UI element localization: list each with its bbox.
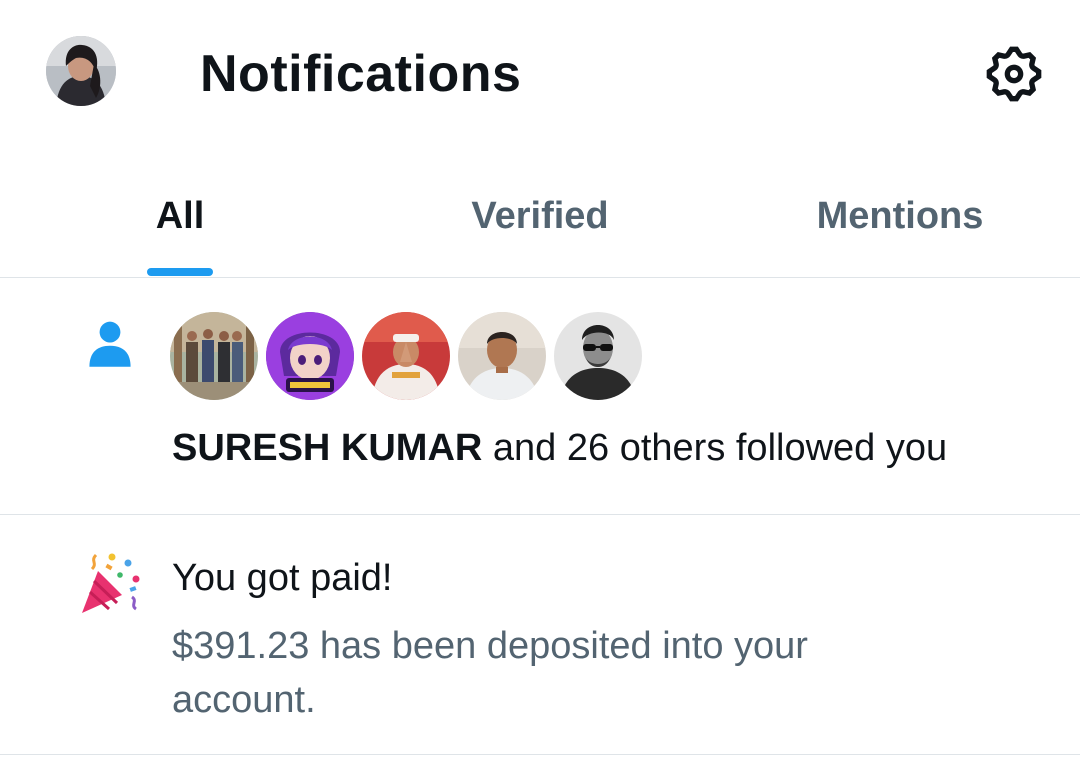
notification-tabs: All Verified Mentions bbox=[0, 180, 1080, 278]
follow-notification[interactable]: SURESH KUMAR and 26 others followed you bbox=[0, 278, 1080, 515]
payment-notification[interactable]: You got paid! $391.23 has been deposited… bbox=[0, 515, 1080, 755]
follow-message: and 26 others followed you bbox=[482, 427, 948, 469]
profile-photo-icon bbox=[46, 36, 116, 106]
game-character-icon bbox=[266, 312, 354, 400]
tab-mentions-label: Mentions bbox=[816, 195, 984, 237]
payment-title: You got paid! bbox=[172, 557, 393, 599]
tab-mentions[interactable]: Mentions bbox=[720, 180, 1080, 278]
page-title: Notifications bbox=[200, 45, 522, 103]
party-popper-icon bbox=[82, 553, 140, 613]
active-tab-indicator bbox=[147, 268, 213, 276]
follower-avatar[interactable] bbox=[458, 312, 546, 400]
man-portrait-icon bbox=[458, 312, 546, 400]
gear-icon bbox=[986, 46, 1042, 102]
person-icon bbox=[89, 321, 131, 367]
payment-message: $391.23 has been deposited into your acc… bbox=[172, 625, 808, 721]
notifications-screen: Notifications All Verified Mentions SURE… bbox=[0, 0, 1080, 767]
man-sunglasses-icon bbox=[554, 312, 642, 400]
follower-name[interactable]: SURESH KUMAR bbox=[172, 427, 482, 469]
follower-avatar[interactable] bbox=[362, 312, 450, 400]
tab-all-label: All bbox=[155, 195, 205, 237]
header: Notifications bbox=[0, 0, 1080, 150]
tab-verified-label: Verified bbox=[471, 195, 609, 237]
follower-avatar[interactable] bbox=[266, 312, 354, 400]
profile-avatar[interactable] bbox=[46, 36, 116, 106]
follower-avatar[interactable] bbox=[554, 312, 642, 400]
man-namaste-icon bbox=[362, 312, 450, 400]
follow-notification-text: SURESH KUMAR and 26 others followed you bbox=[172, 426, 947, 470]
settings-button[interactable] bbox=[982, 42, 1046, 106]
tab-verified[interactable]: Verified bbox=[360, 180, 720, 278]
tab-all[interactable]: All bbox=[0, 180, 360, 278]
follower-avatar[interactable] bbox=[170, 312, 258, 400]
group-photo-icon bbox=[170, 312, 258, 400]
